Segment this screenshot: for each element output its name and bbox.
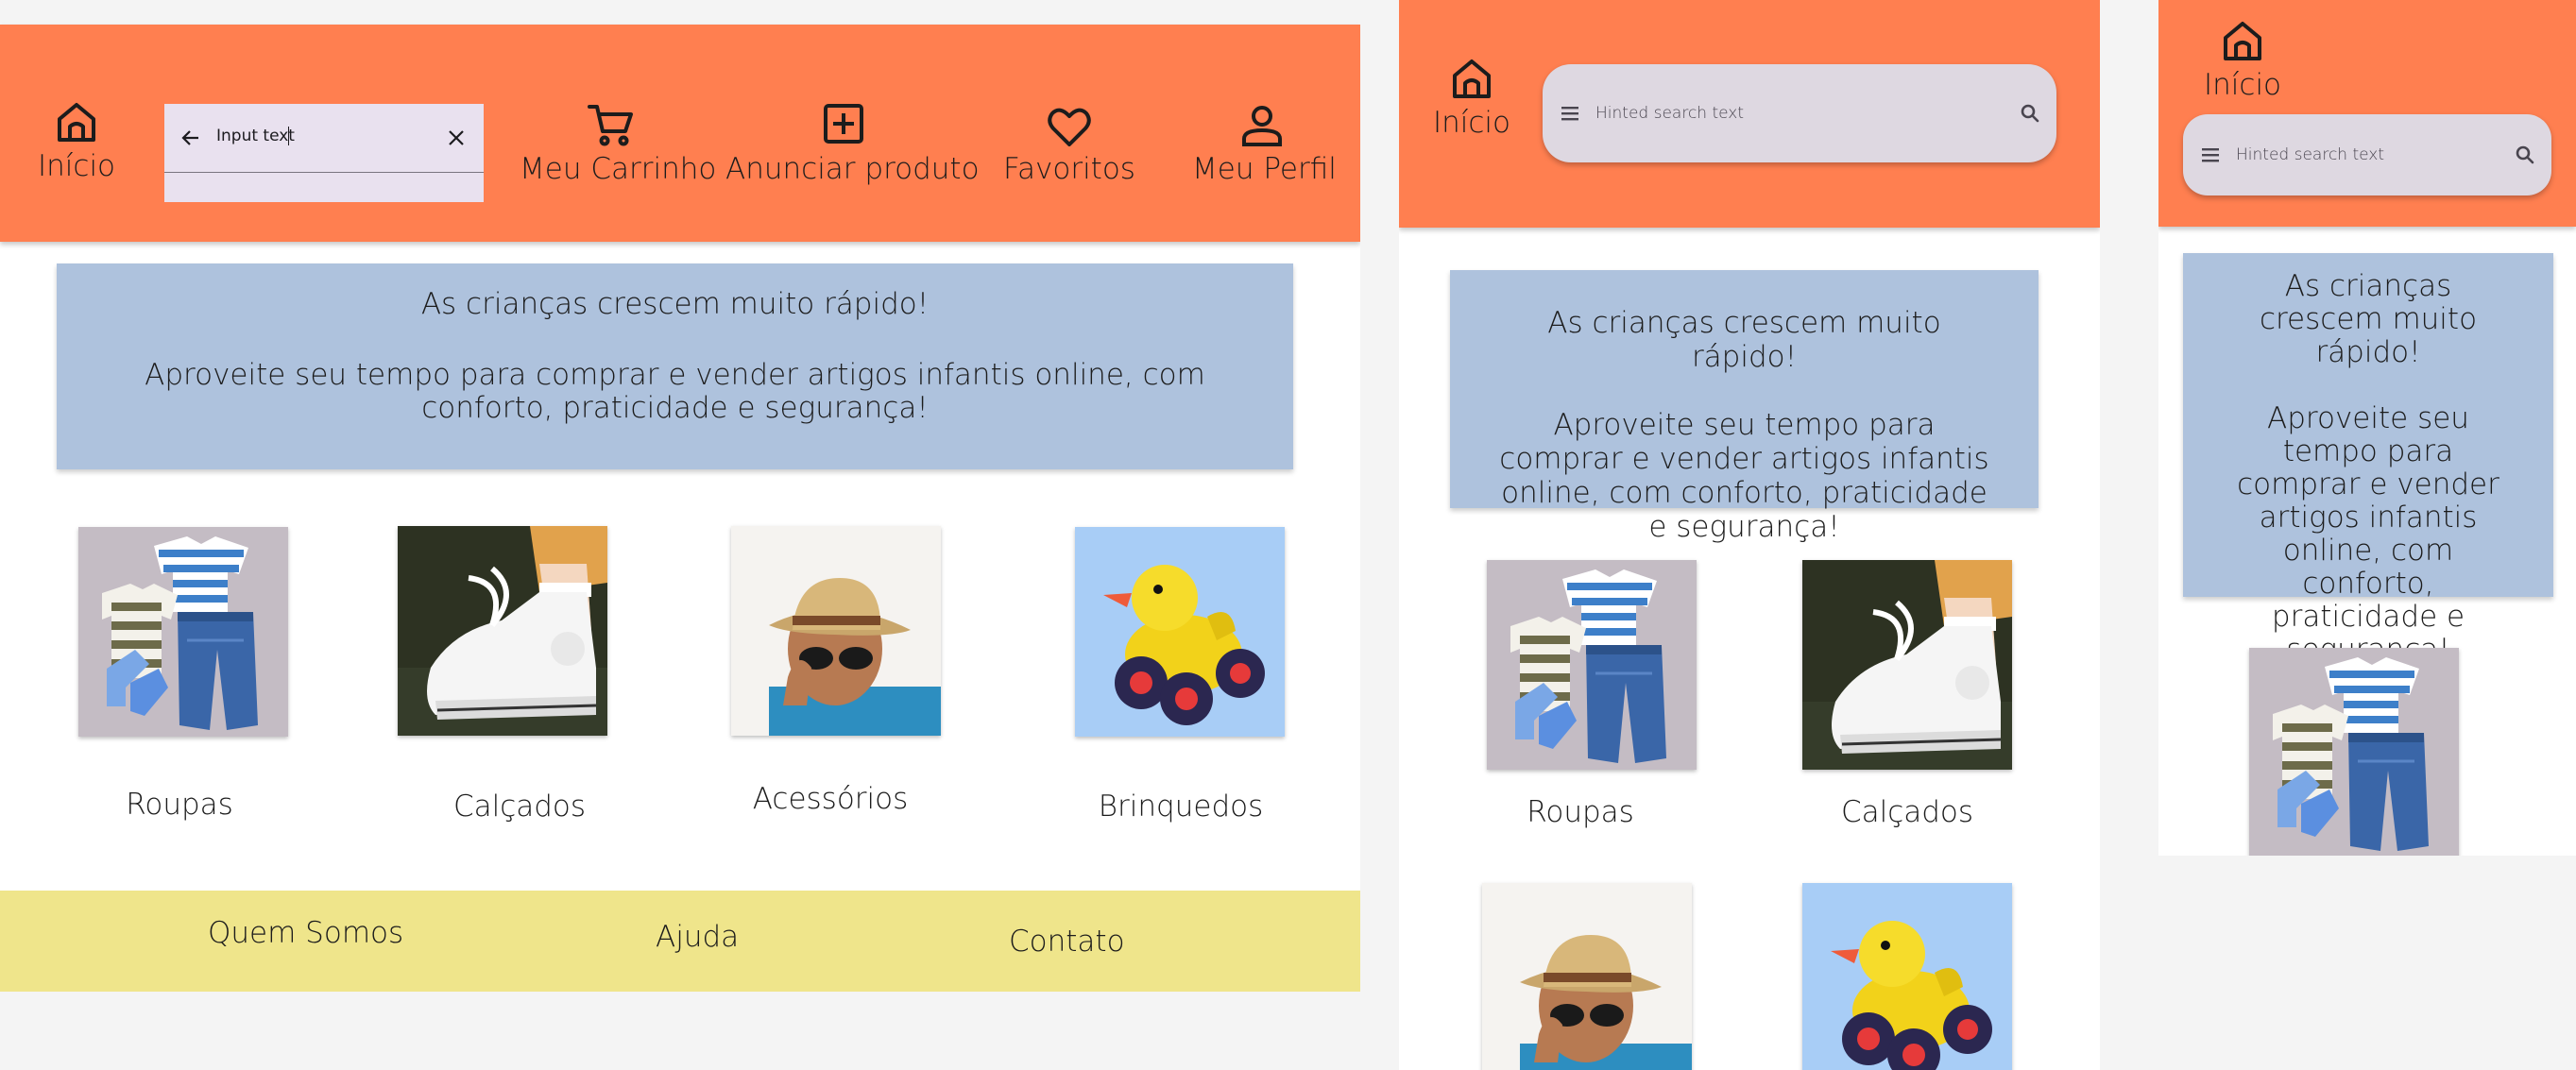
search-icon[interactable]: [2021, 104, 2039, 123]
tablet-category-label-roupas[interactable]: Roupas: [1439, 795, 1722, 829]
nav-sell[interactable]: Anunciar produto: [725, 103, 980, 186]
mobile-nav-home[interactable]: Início: [2204, 19, 2281, 102]
tablet-hero-banner: As crianças crescem muito rápido! Aprove…: [1450, 270, 2039, 544]
nav-home[interactable]: Início: [38, 100, 115, 183]
search-input[interactable]: Input text: [216, 127, 295, 145]
nav-favorites[interactable]: Favoritos: [1001, 105, 1137, 186]
add-box-icon: [824, 104, 863, 144]
hero-banner: As crianças crescem muito rápido! Aprove…: [57, 263, 1293, 469]
footer-link-help[interactable]: Ajuda: [656, 920, 739, 954]
cart-icon: [588, 105, 633, 146]
menu-icon[interactable]: [1561, 107, 1578, 121]
banner-spacer: [113, 321, 1237, 359]
mobile-banner-spacer: [2225, 369, 2512, 402]
nav-sell-label: Anunciar produto: [725, 152, 980, 186]
nav-favorites-label: Favoritos: [1003, 152, 1135, 186]
mobile-nav-home-label: Início: [2204, 68, 2282, 102]
search-field[interactable]: Input text: [164, 104, 484, 202]
category-card-calcados[interactable]: [398, 526, 607, 736]
mobile-hero-banner: As crianças crescem muito rápido! Aprove…: [2183, 253, 2553, 667]
tablet-header: Início Hinted search text: [1399, 0, 2100, 228]
tablet-category-card-roupas[interactable]: [1487, 560, 1697, 770]
footer-link-about[interactable]: Quem Somos: [208, 916, 403, 950]
footer: Quem Somos Ajuda Contato: [0, 891, 1360, 992]
shoe-photo: [398, 526, 607, 736]
mobile-category-card-roupas[interactable]: [2249, 648, 2459, 856]
hat-boy-photo: [1482, 883, 1692, 1070]
tablet-search-bar[interactable]: Hinted search text: [1543, 64, 2056, 162]
category-label-calcados[interactable]: Calçados: [378, 790, 661, 824]
category-label-roupas[interactable]: Roupas: [38, 788, 321, 822]
close-icon[interactable]: [448, 129, 465, 146]
home-icon: [58, 103, 95, 142]
home-icon: [2224, 22, 2261, 60]
duck-toy-photo: [1075, 527, 1285, 737]
category-card-acessorios[interactable]: [731, 526, 941, 736]
tablet-search-hint: Hinted search text: [1595, 104, 1745, 123]
home-icon: [1453, 59, 1491, 98]
tablet-category-card-calcados[interactable]: [1802, 560, 2012, 770]
banner-headline: As crianças crescem muito rápido!: [420, 287, 930, 321]
nav-profile-label: Meu Perfil: [1192, 152, 1337, 186]
mobile-banner-body: Aproveite seu tempo para comprar e vende…: [2237, 401, 2499, 667]
footer-link-contact[interactable]: Contato: [1009, 925, 1125, 959]
tablet-category-card-acessorios[interactable]: [1482, 883, 1692, 1070]
tablet-banner-headline: As crianças crescem muito rápido!: [1547, 306, 1941, 374]
tablet-banner-body: Aproveite seu tempo para comprar e vende…: [1499, 408, 1989, 544]
duck-toy-photo: [1802, 883, 2012, 1070]
tablet-banner-spacer: [1497, 374, 1991, 408]
category-card-brinquedos[interactable]: [1075, 527, 1285, 737]
person-icon: [1242, 106, 1282, 146]
category-label-brinquedos[interactable]: Brinquedos: [1039, 790, 1322, 824]
nav-cart-label: Meu Carrinho: [520, 152, 717, 186]
arrow-left-icon[interactable]: [181, 128, 200, 147]
mobile-header: Início Hinted search text: [2158, 0, 2576, 227]
nav-cart[interactable]: Meu Carrinho: [520, 103, 716, 186]
tablet-nav-home[interactable]: Início: [1429, 57, 1514, 140]
mobile-banner-headline: As crianças crescem muito rápido!: [2259, 269, 2478, 369]
heart-icon: [1048, 108, 1091, 146]
mobile-search-bar[interactable]: Hinted search text: [2183, 114, 2551, 195]
tablet-nav-home-label: Início: [1432, 106, 1511, 140]
tablet-category-card-brinquedos[interactable]: [1802, 883, 2012, 1070]
hat-boy-photo: [731, 526, 941, 736]
nav-home-label: Início: [38, 149, 116, 183]
mobile-search-hint: Hinted search text: [2236, 145, 2385, 164]
search-icon[interactable]: [2516, 145, 2534, 164]
clothes-photo: [78, 527, 288, 737]
clothes-photo: [2249, 648, 2459, 856]
tablet-category-label-calcados[interactable]: Calçados: [1766, 795, 2049, 829]
shoe-photo: [1802, 560, 2012, 770]
desktop-frame: Início Input text Meu Carrinho Anunciar …: [0, 0, 1360, 1070]
clothes-photo: [1487, 560, 1697, 770]
category-card-roupas[interactable]: [78, 527, 288, 737]
category-label-acessorios[interactable]: Acessórios: [689, 782, 972, 816]
menu-icon[interactable]: [2202, 148, 2219, 162]
text-cursor: [288, 127, 289, 145]
tablet-frame: Início Hinted search text As crianças cr…: [1399, 0, 2100, 1070]
nav-profile[interactable]: Meu Perfil: [1192, 105, 1337, 186]
mobile-frame: Início Hinted search text As crianças cr…: [2158, 0, 2576, 856]
header: Início Input text Meu Carrinho Anunciar …: [0, 25, 1360, 242]
banner-body: Aproveite seu tempo para comprar e vende…: [145, 358, 1205, 425]
